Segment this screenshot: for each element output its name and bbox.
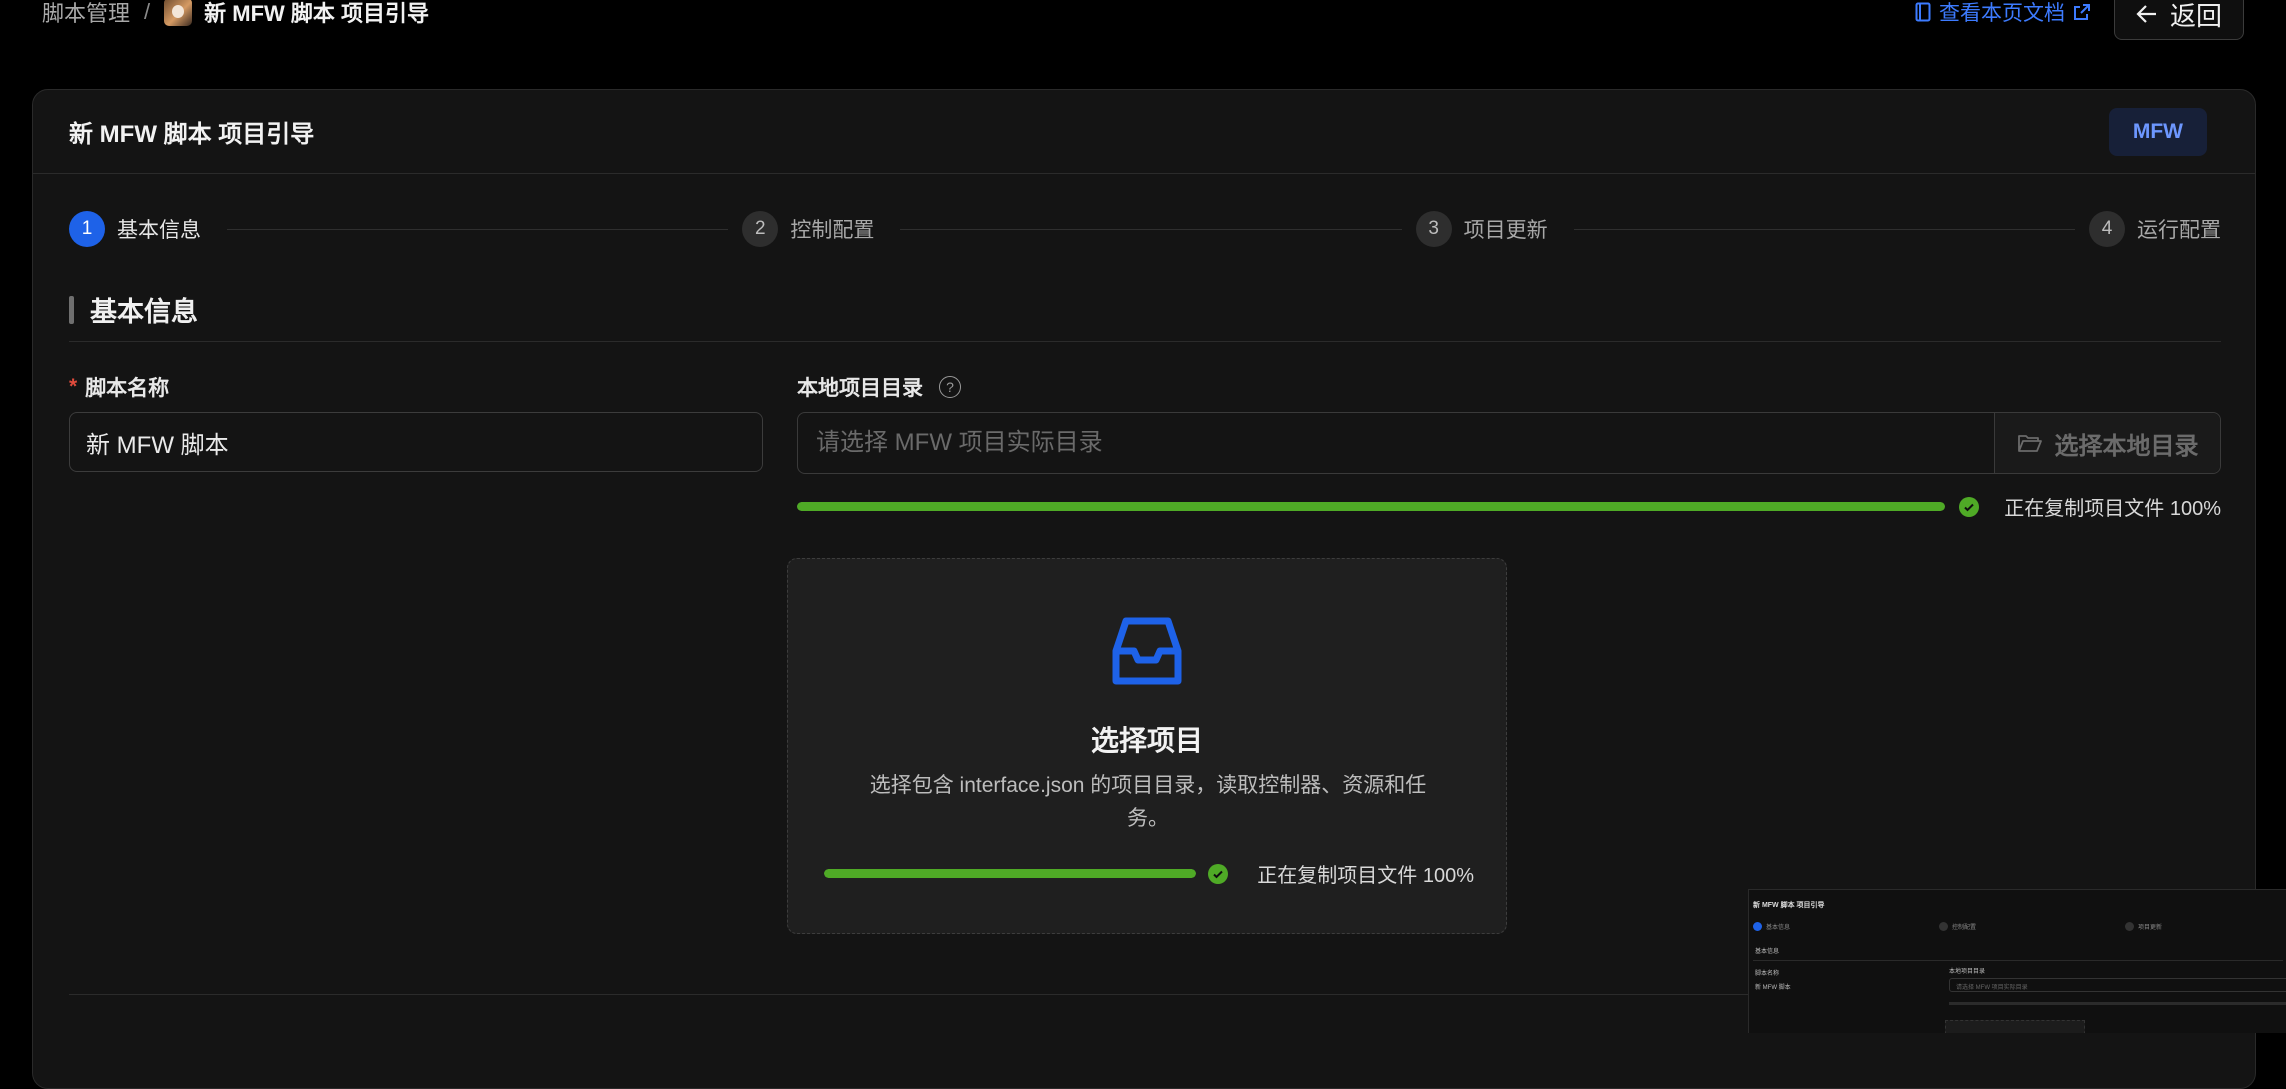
mini-step-dot [1939, 922, 1948, 931]
back-button-label: 返回 [2169, 0, 2222, 31]
select-local-dir-button[interactable]: 选择本地目录 [1994, 413, 2220, 473]
step-label: 基本信息 [117, 219, 201, 242]
card-header: 新 MFW 脚本 项目引导 MFW [33, 90, 2255, 174]
breadcrumb-current: 新 MFW 脚本 项目引导 [204, 1, 430, 26]
mini-progress [1949, 1002, 2286, 1005]
mini-name-value: 新 MFW 脚本 [1755, 985, 1791, 991]
progress-fill [797, 502, 1945, 511]
script-name-input[interactable] [69, 412, 763, 472]
script-name-label-text: 脚本名称 [85, 377, 170, 400]
select-local-dir-label: 选择本地目录 [2054, 432, 2199, 460]
back-button[interactable]: 返回 [2114, 0, 2244, 40]
local-dir-input[interactable] [798, 413, 1994, 473]
dropzone-description: 选择包含 interface.json 的项目目录，读取控制器、资源和任务。 [869, 774, 1427, 830]
step-control-config[interactable]: 2 控制配置 [742, 211, 1415, 247]
mfw-type-tag: MFW [2108, 107, 2207, 156]
top-bar: 脚本管理 / 新 MFW 脚本 项目引导 查看本页文档 返回 [0, 0, 2286, 44]
check-circle-icon [1208, 863, 1228, 884]
project-logo-icon [164, 0, 193, 26]
step-connector [227, 228, 729, 230]
section-title-text: 基本信息 [90, 297, 198, 327]
progress-text: 正在复制项目文件 100% [1257, 865, 1474, 887]
project-dropzone[interactable]: 选择项目 选择包含 interface.json 的项目目录，读取控制器、资源和… [787, 558, 1507, 934]
mini-step-dot [1753, 922, 1762, 931]
step-basic-info[interactable]: 1 基本信息 [69, 211, 742, 247]
required-mark: * [69, 375, 78, 398]
breadcrumb-separator: / [144, 0, 151, 24]
stepper: 1 基本信息 2 控制配置 3 项目更新 4 运行配置 [69, 210, 2221, 248]
local-dir-label: 本地项目目录 ? [797, 372, 961, 402]
mini-dir-label: 本地项目目录 [1949, 969, 1986, 975]
mini-step: 基本信息 [1753, 922, 1790, 931]
mini-step-label: 基本信息 [1766, 925, 1791, 931]
dropzone-progress: 正在复制项目文件 100% [824, 859, 1474, 888]
view-docs-label: 查看本页文档 [1939, 2, 2065, 25]
progress-text: 正在复制项目文件 100% [2004, 498, 2221, 520]
mini-step-label: 控制配置 [1952, 925, 1977, 931]
step-label: 项目更新 [1463, 219, 1548, 242]
progress-fill [824, 869, 1196, 878]
check-circle-icon [1959, 496, 1979, 517]
breadcrumb-parent[interactable]: 脚本管理 [42, 0, 130, 28]
step-connector [900, 228, 1402, 230]
progress-track [797, 502, 1945, 511]
local-dir-label-text: 本地项目目录 [797, 377, 923, 400]
mini-name-label: 脚本名称 [1755, 971, 1780, 977]
step-label: 运行配置 [2136, 219, 2221, 242]
step-connector [1573, 228, 2075, 230]
document-icon [1915, 2, 1931, 22]
mini-preview: 新 MFW 脚本 项目引导 基本信息 控制配置 项目更新 基本信息 脚本名称 新… [1748, 889, 2286, 1033]
mini-step-dot [2125, 922, 2134, 931]
mini-divider [1753, 960, 2283, 961]
mini-title: 新 MFW 脚本 项目引导 [1753, 902, 1825, 909]
mini-section: 基本信息 [1755, 949, 1780, 955]
copy-progress: 正在复制项目文件 100% [797, 492, 2221, 521]
view-docs-link[interactable]: 查看本页文档 [1915, 0, 2091, 30]
mini-dir-placeholder: 请选择 MFW 项目实际目录 [1956, 985, 2028, 991]
dropzone-title: 选择项目 [1090, 725, 1203, 756]
local-dir-input-group: 选择本地目录 [797, 412, 2221, 474]
step-run-config[interactable]: 4 运行配置 [2088, 211, 2221, 247]
script-name-label: * 脚本名称 [69, 372, 169, 402]
step-number: 3 [1415, 211, 1452, 247]
mini-dropzone [1945, 1020, 2085, 1033]
step-number: 4 [2088, 211, 2125, 247]
mini-step: 控制配置 [1939, 922, 1976, 931]
card-title: 新 MFW 脚本 项目引导 [69, 121, 315, 148]
section-divider [69, 341, 2221, 342]
mini-dir-input: 请选择 MFW 项目实际目录 [1949, 978, 2286, 992]
mini-step: 项目更新 [2125, 922, 2162, 931]
progress-track [824, 869, 1196, 878]
arrow-left-icon [2136, 5, 2156, 23]
external-link-icon [2074, 4, 2090, 20]
step-label: 控制配置 [790, 219, 875, 242]
inbox-icon [1112, 617, 1182, 685]
step-project-update[interactable]: 3 项目更新 [1415, 211, 2089, 247]
step-number: 2 [742, 211, 779, 247]
step-number: 1 [69, 211, 105, 247]
section-title: 基本信息 [69, 290, 198, 329]
section-bar [69, 295, 74, 324]
folder-open-icon [2017, 435, 2042, 452]
breadcrumb: 脚本管理 / 新 MFW 脚本 项目引导 [42, 0, 429, 30]
mini-step-label: 项目更新 [2138, 925, 2163, 931]
help-icon[interactable]: ? [939, 376, 961, 398]
